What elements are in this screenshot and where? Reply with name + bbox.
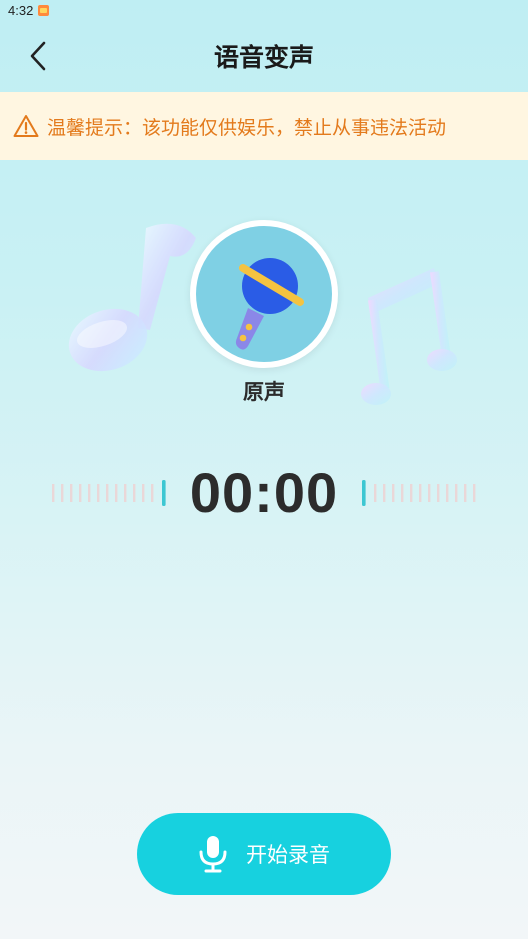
notice-banner: 温馨提示：该功能仅供娱乐，禁止从事违法活动 [0, 92, 528, 160]
notice-text: 温馨提示：该功能仅供娱乐，禁止从事违法活动 [47, 116, 447, 139]
music-note-icon [68, 223, 196, 372]
voice-avatar [190, 220, 338, 368]
status-time: 4:32 [8, 3, 34, 18]
status-bar: 4:32 [0, 0, 528, 22]
microphone-icon [235, 258, 304, 350]
start-recording-button[interactable]: 开始录音 [137, 813, 391, 895]
page-title: 语音变声 [213, 43, 314, 72]
notification-icon [38, 5, 49, 16]
warning-icon [13, 113, 39, 139]
voice-effect-label: 原声 [243, 380, 285, 404]
start-recording-label: 开始录音 [246, 843, 330, 867]
microphone-icon [199, 836, 227, 873]
header: 语音变声 [0, 22, 528, 92]
waveform-right [362, 480, 476, 506]
